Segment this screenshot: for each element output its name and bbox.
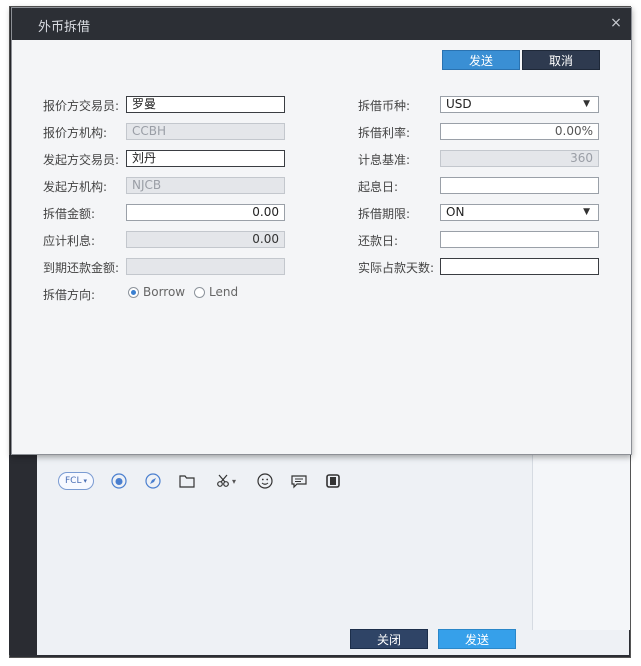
direction-borrow-option[interactable]: Borrow — [128, 285, 185, 299]
initiator-trader-field[interactable]: 刘丹 — [126, 150, 285, 167]
actual-days-field[interactable] — [440, 258, 599, 275]
radio-selected-icon[interactable] — [128, 286, 139, 298]
quoter-trader-label: 报价方交易员: — [43, 99, 120, 113]
interest-label: 应计利息: — [43, 234, 96, 248]
quoter-trader-field[interactable]: 罗曼 — [126, 96, 285, 113]
send-button[interactable]: 发送 — [442, 50, 520, 70]
initiator-org-field: NJCB — [126, 177, 285, 194]
basis-field: 360 — [440, 150, 599, 167]
term-label: 拆借期限: — [358, 207, 411, 221]
close-icon[interactable]: × — [609, 16, 623, 30]
scissors-icon[interactable]: ▾ — [212, 472, 240, 490]
dialog-title-bar[interactable]: 外币拆借 × — [12, 8, 631, 40]
weibo-icon[interactable] — [110, 472, 128, 490]
fcl-button[interactable]: FCL ▾ — [58, 472, 94, 490]
amount-field[interactable]: 0.00 — [126, 204, 285, 221]
radio-unselected-icon[interactable] — [194, 286, 205, 298]
term-value: ON — [446, 205, 465, 219]
amount-label: 拆借金额: — [43, 207, 96, 221]
chat-toolbar: FCL ▾ ▾ — [58, 470, 342, 492]
chevron-down-icon: ▾ — [83, 477, 87, 485]
initiator-org-label: 发起方机构: — [43, 180, 108, 194]
initiator-trader-label: 发起方交易员: — [43, 153, 120, 167]
actual-days-label: 实际占款天数: — [358, 261, 435, 275]
maturity-amount-label: 到期还款金额: — [43, 261, 120, 275]
chevron-down-icon: ▾ — [231, 476, 236, 486]
interest-field: 0.00 — [126, 231, 285, 248]
fx-lending-dialog: 外币拆借 × 发送 取消 报价方交易员: 罗曼 报价方机构: CCBH 发起方交… — [11, 7, 632, 455]
rate-field[interactable]: 0.00% — [440, 123, 599, 140]
rate-label: 拆借利率: — [358, 126, 411, 140]
chat-send-button[interactable]: 发送 — [438, 629, 516, 649]
dialog-title: 外币拆借 — [38, 20, 91, 35]
chat-bottom-bar — [37, 630, 629, 655]
borrow-label: Borrow — [143, 285, 186, 299]
maturity-amount-field — [126, 258, 285, 275]
currency-select[interactable]: USD ▼ — [440, 96, 599, 113]
smiley-icon[interactable] — [256, 472, 274, 490]
currency-label: 拆借币种: — [358, 99, 411, 113]
chat-close-button[interactable]: 关闭 — [350, 629, 428, 649]
folder-icon[interactable] — [178, 472, 196, 490]
lend-label: Lend — [209, 285, 239, 299]
direction-label: 拆借方向: — [43, 288, 96, 302]
background-left-strip — [9, 455, 37, 655]
start-date-field[interactable] — [440, 177, 599, 194]
chat-bubble-icon[interactable] — [290, 472, 308, 490]
caret-down-icon: ▼ — [583, 207, 590, 217]
cancel-button[interactable]: 取消 — [522, 50, 600, 70]
quoter-org-label: 报价方机构: — [43, 126, 108, 140]
basis-label: 计息基准: — [358, 153, 411, 167]
fcl-label: FCL — [65, 476, 82, 486]
direction-lend-option[interactable]: Lend — [194, 285, 238, 299]
start-date-label: 起息日: — [358, 180, 399, 194]
quoter-org-field: CCBH — [126, 123, 285, 140]
compass-icon[interactable] — [144, 472, 162, 490]
repay-date-label: 还款日: — [358, 234, 399, 248]
repay-date-field[interactable] — [440, 231, 599, 248]
chat-side-panel — [532, 455, 630, 630]
window-icon[interactable] — [324, 472, 342, 490]
caret-down-icon: ▼ — [583, 99, 590, 109]
term-select[interactable]: ON ▼ — [440, 204, 599, 221]
currency-value: USD — [446, 97, 472, 111]
